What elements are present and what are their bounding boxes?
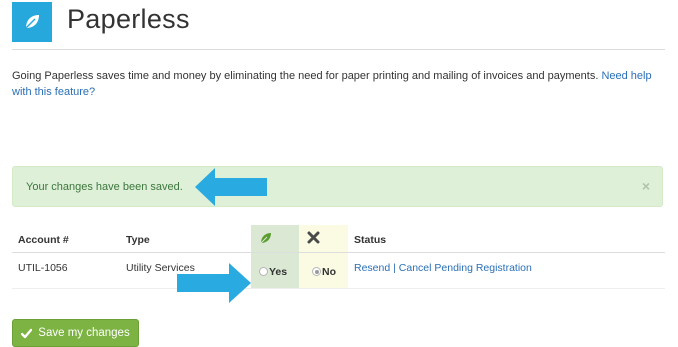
intro-paragraph: Going Paperless saves time and money by …	[12, 68, 668, 100]
leaf-icon	[260, 233, 271, 244]
save-button[interactable]: Save my changes	[12, 319, 139, 347]
close-icon[interactable]: ×	[642, 178, 650, 194]
success-alert: Your changes have been saved. ×	[12, 166, 663, 207]
account-number: UTIL-1056	[18, 262, 68, 274]
paperless-yes-option[interactable]: Yes	[259, 263, 287, 281]
cancel-registration-link[interactable]: Cancel Pending Registration	[399, 262, 532, 274]
annotation-arrow-icon	[177, 263, 251, 303]
resend-link[interactable]: Resend	[354, 262, 390, 274]
header-status: Status	[354, 234, 387, 246]
yes-label: Yes	[269, 265, 288, 278]
header-type: Type	[126, 234, 150, 246]
checkmark-icon	[21, 328, 33, 338]
yes-radio[interactable]	[259, 267, 268, 277]
header-paper	[307, 231, 320, 247]
status-separator: |	[393, 262, 396, 274]
x-icon	[307, 231, 320, 244]
header-paperless	[259, 231, 273, 248]
intro-text: Going Paperless saves time and money by …	[12, 70, 602, 82]
save-button-label: Save my changes	[38, 327, 130, 339]
table-header-divider	[12, 252, 665, 253]
paperless-logo	[12, 2, 52, 42]
divider	[12, 49, 665, 50]
annotation-arrow-icon	[195, 168, 267, 206]
status-cell: Resend | Cancel Pending Registration	[354, 262, 532, 274]
no-radio[interactable]	[312, 267, 321, 277]
alert-message: Your changes have been saved.	[26, 181, 183, 193]
no-label: No	[322, 265, 336, 278]
table-row-divider	[12, 288, 665, 289]
page-title: Paperless	[67, 4, 190, 34]
header-account: Account #	[18, 234, 69, 246]
leaf-icon	[25, 15, 39, 29]
paperless-no-option[interactable]: No	[312, 263, 336, 281]
